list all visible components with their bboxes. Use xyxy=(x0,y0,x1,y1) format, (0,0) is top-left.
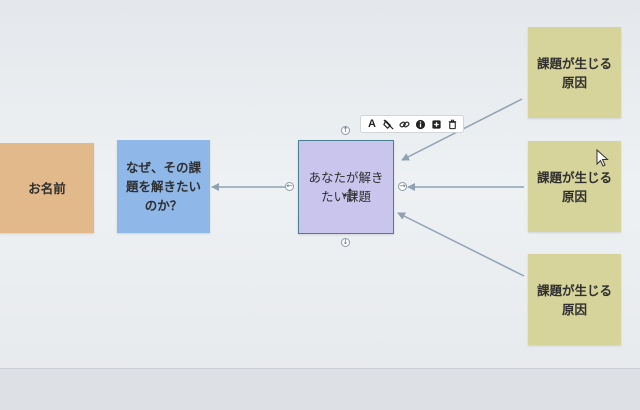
mouse-pointer-icon xyxy=(596,149,609,167)
connect-handle-top[interactable]: ↑ xyxy=(341,126,350,135)
sticky-note-name[interactable]: お名前 xyxy=(0,143,94,233)
move-cursor-icon xyxy=(343,188,357,202)
sticky-note-cause-1[interactable]: 課題が生じる 原因 xyxy=(528,27,621,118)
connect-handle-right[interactable]: → xyxy=(398,182,407,191)
trash-icon[interactable] xyxy=(445,117,459,131)
connect-handle-bottom[interactable]: ↓ xyxy=(341,238,350,247)
text-format-icon[interactable]: A xyxy=(365,117,379,131)
connector-cause3-to-center xyxy=(397,212,525,277)
sticky-note-cause-3[interactable]: 課題が生じる 原因 xyxy=(528,254,621,345)
note-context-toolbar: A xyxy=(360,115,464,133)
sticky-note-problem[interactable]: あなたが解き たい課題 xyxy=(298,140,394,234)
add-square-icon[interactable] xyxy=(429,117,443,131)
info-icon[interactable] xyxy=(413,117,427,131)
fill-color-off-icon[interactable] xyxy=(381,117,395,131)
sticky-note-why[interactable]: なぜ、その課 題を解きたい のか？ xyxy=(117,140,210,233)
whiteboard-canvas[interactable]: お名前 なぜ、その課 題を解きたい のか？ あなたが解き たい課題 課題が生じる… xyxy=(0,0,640,410)
text-format-glyph: A xyxy=(368,118,376,130)
connect-handle-left[interactable]: ← xyxy=(285,182,294,191)
link-icon[interactable] xyxy=(397,117,411,131)
